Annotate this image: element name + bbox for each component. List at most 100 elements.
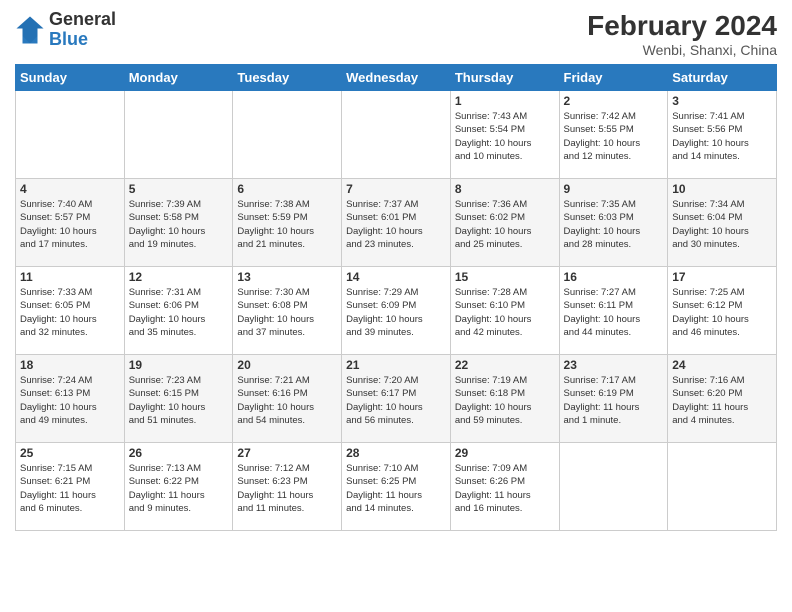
calendar-cell: 10 Sunrise: 7:34 AM Sunset: 6:04 PM Dayli… [668, 179, 777, 267]
calendar-cell: 17Sunrise: 7:25 AM Sunset: 6:12 PM Dayli… [668, 267, 777, 355]
day-number: 25 [20, 446, 120, 460]
header-day: Wednesday [342, 65, 451, 91]
cell-content: Sunrise: 7:13 AM Sunset: 6:22 PM Dayligh… [129, 462, 229, 515]
calendar-cell: 1 Sunrise: 7:43 AM Sunset: 5:54 PM Daylig… [450, 91, 559, 179]
calendar-cell: 27 Sunrise: 7:12 AM Sunset: 6:23 PM Dayli… [233, 443, 342, 531]
calendar-cell: 11 Sunrise: 7:33 AM Sunset: 6:05 PM Dayli… [16, 267, 125, 355]
cell-content: Sunrise: 7:28 AM Sunset: 6:10 PM Dayligh… [455, 286, 555, 339]
cell-content: Sunrise: 7:24 AM Sunset: 6:13 PM Dayligh… [20, 374, 120, 427]
day-number: 28 [346, 446, 446, 460]
day-number: 10 [672, 182, 772, 196]
cell-content: Sunrise: 7:17 AM Sunset: 6:19 PM Dayligh… [564, 374, 664, 427]
cell-content: Sunrise: 7:10 AM Sunset: 6:25 PM Dayligh… [346, 462, 446, 515]
subtitle: Wenbi, Shanxi, China [587, 42, 777, 58]
calendar-week-row: 11 Sunrise: 7:33 AM Sunset: 6:05 PM Dayli… [16, 267, 777, 355]
cell-content: Sunrise: 7:42 AM Sunset: 5:55 PM Dayligh… [564, 110, 664, 163]
day-number: 9 [564, 182, 664, 196]
cell-content: Sunrise: 7:34 AM Sunset: 6:04 PM Dayligh… [672, 198, 772, 251]
day-number: 14 [346, 270, 446, 284]
logo-text: General Blue [49, 10, 116, 50]
cell-content: Sunrise: 7:35 AM Sunset: 6:03 PM Dayligh… [564, 198, 664, 251]
calendar-cell: 21 Sunrise: 7:20 AM Sunset: 6:17 PM Dayli… [342, 355, 451, 443]
logo-icon [15, 15, 45, 45]
day-number: 5 [129, 182, 229, 196]
day-number: 21 [346, 358, 446, 372]
calendar-cell: 12 Sunrise: 7:31 AM Sunset: 6:06 PM Dayli… [124, 267, 233, 355]
day-number: 1 [455, 94, 555, 108]
day-number: 15 [455, 270, 555, 284]
cell-content: Sunrise: 7:39 AM Sunset: 5:58 PM Dayligh… [129, 198, 229, 251]
calendar-cell: 16 Sunrise: 7:27 AM Sunset: 6:11 PM Dayli… [559, 267, 668, 355]
cell-content: Sunrise: 7:33 AM Sunset: 6:05 PM Dayligh… [20, 286, 120, 339]
day-number: 11 [20, 270, 120, 284]
calendar-week-row: 18Sunrise: 7:24 AM Sunset: 6:13 PM Dayli… [16, 355, 777, 443]
calendar-cell: 9 Sunrise: 7:35 AM Sunset: 6:03 PM Daylig… [559, 179, 668, 267]
calendar-cell: 20 Sunrise: 7:21 AM Sunset: 6:16 PM Dayli… [233, 355, 342, 443]
header-day: Thursday [450, 65, 559, 91]
calendar-cell: 25 Sunrise: 7:15 AM Sunset: 6:21 PM Dayli… [16, 443, 125, 531]
cell-content: Sunrise: 7:30 AM Sunset: 6:08 PM Dayligh… [237, 286, 337, 339]
day-number: 27 [237, 446, 337, 460]
cell-content: Sunrise: 7:16 AM Sunset: 6:20 PM Dayligh… [672, 374, 772, 427]
day-number: 19 [129, 358, 229, 372]
calendar-cell [16, 91, 125, 179]
page: General Blue February 2024 Wenbi, Shanxi… [0, 0, 792, 541]
calendar-cell: 24 Sunrise: 7:16 AM Sunset: 6:20 PM Dayli… [668, 355, 777, 443]
day-number: 26 [129, 446, 229, 460]
day-number: 17 [672, 270, 772, 284]
day-number: 2 [564, 94, 664, 108]
header: General Blue February 2024 Wenbi, Shanxi… [15, 10, 777, 58]
cell-content: Sunrise: 7:37 AM Sunset: 6:01 PM Dayligh… [346, 198, 446, 251]
cell-content: Sunrise: 7:29 AM Sunset: 6:09 PM Dayligh… [346, 286, 446, 339]
cell-content: Sunrise: 7:31 AM Sunset: 6:06 PM Dayligh… [129, 286, 229, 339]
header-day: Friday [559, 65, 668, 91]
day-number: 8 [455, 182, 555, 196]
header-row: SundayMondayTuesdayWednesdayThursdayFrid… [16, 65, 777, 91]
calendar-cell [559, 443, 668, 531]
cell-content: Sunrise: 7:15 AM Sunset: 6:21 PM Dayligh… [20, 462, 120, 515]
calendar-cell: 2 Sunrise: 7:42 AM Sunset: 5:55 PM Daylig… [559, 91, 668, 179]
calendar-cell [233, 91, 342, 179]
cell-content: Sunrise: 7:21 AM Sunset: 6:16 PM Dayligh… [237, 374, 337, 427]
calendar-cell: 7 Sunrise: 7:37 AM Sunset: 6:01 PM Daylig… [342, 179, 451, 267]
calendar-cell: 18Sunrise: 7:24 AM Sunset: 6:13 PM Dayli… [16, 355, 125, 443]
main-title: February 2024 [587, 10, 777, 42]
title-block: February 2024 Wenbi, Shanxi, China [587, 10, 777, 58]
day-number: 7 [346, 182, 446, 196]
calendar-cell: 15 Sunrise: 7:28 AM Sunset: 6:10 PM Dayli… [450, 267, 559, 355]
cell-content: Sunrise: 7:12 AM Sunset: 6:23 PM Dayligh… [237, 462, 337, 515]
cell-content: Sunrise: 7:40 AM Sunset: 5:57 PM Dayligh… [20, 198, 120, 251]
day-number: 24 [672, 358, 772, 372]
header-day: Monday [124, 65, 233, 91]
calendar-cell: 6Sunrise: 7:38 AM Sunset: 5:59 PM Daylig… [233, 179, 342, 267]
calendar-cell: 4Sunrise: 7:40 AM Sunset: 5:57 PM Daylig… [16, 179, 125, 267]
calendar-cell: 13Sunrise: 7:30 AM Sunset: 6:08 PM Dayli… [233, 267, 342, 355]
day-number: 3 [672, 94, 772, 108]
day-number: 12 [129, 270, 229, 284]
header-day: Saturday [668, 65, 777, 91]
cell-content: Sunrise: 7:23 AM Sunset: 6:15 PM Dayligh… [129, 374, 229, 427]
day-number: 22 [455, 358, 555, 372]
cell-content: Sunrise: 7:20 AM Sunset: 6:17 PM Dayligh… [346, 374, 446, 427]
day-number: 16 [564, 270, 664, 284]
day-number: 23 [564, 358, 664, 372]
calendar-cell: 3Sunrise: 7:41 AM Sunset: 5:56 PM Daylig… [668, 91, 777, 179]
logo: General Blue [15, 10, 116, 50]
day-number: 29 [455, 446, 555, 460]
cell-content: Sunrise: 7:43 AM Sunset: 5:54 PM Dayligh… [455, 110, 555, 163]
calendar-cell: 26 Sunrise: 7:13 AM Sunset: 6:22 PM Dayli… [124, 443, 233, 531]
calendar-cell [668, 443, 777, 531]
calendar-cell: 28 Sunrise: 7:10 AM Sunset: 6:25 PM Dayli… [342, 443, 451, 531]
calendar-cell [124, 91, 233, 179]
calendar-week-row: 25 Sunrise: 7:15 AM Sunset: 6:21 PM Dayli… [16, 443, 777, 531]
calendar-table: SundayMondayTuesdayWednesdayThursdayFrid… [15, 64, 777, 531]
cell-content: Sunrise: 7:36 AM Sunset: 6:02 PM Dayligh… [455, 198, 555, 251]
calendar-cell: 5 Sunrise: 7:39 AM Sunset: 5:58 PM Daylig… [124, 179, 233, 267]
cell-content: Sunrise: 7:27 AM Sunset: 6:11 PM Dayligh… [564, 286, 664, 339]
calendar-week-row: 1 Sunrise: 7:43 AM Sunset: 5:54 PM Daylig… [16, 91, 777, 179]
header-day: Sunday [16, 65, 125, 91]
day-number: 6 [237, 182, 337, 196]
calendar-cell [342, 91, 451, 179]
cell-content: Sunrise: 7:09 AM Sunset: 6:26 PM Dayligh… [455, 462, 555, 515]
day-number: 20 [237, 358, 337, 372]
